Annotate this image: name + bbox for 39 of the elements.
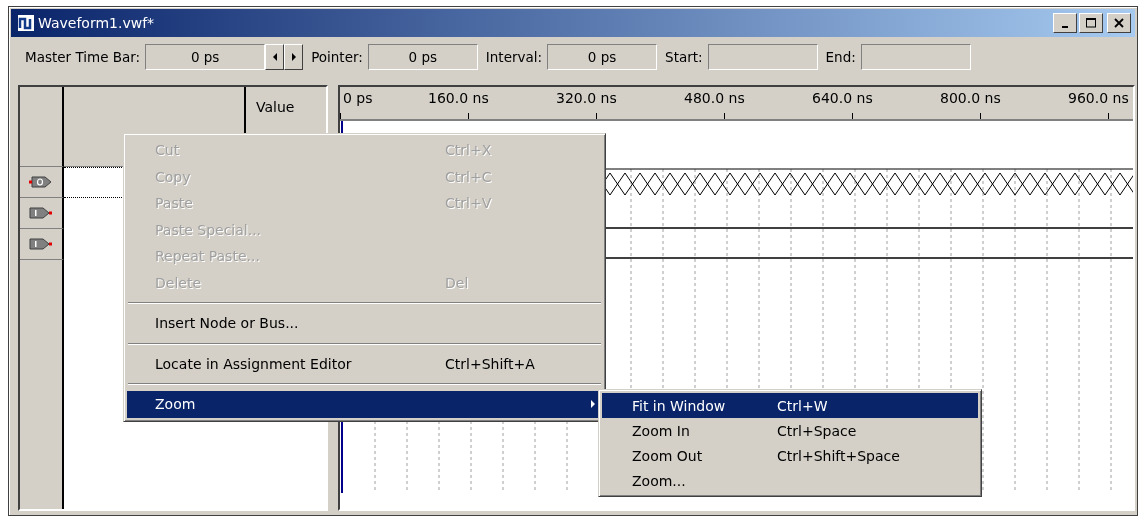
time-field[interactable]: 0 ps <box>367 44 478 70</box>
minimize-icon <box>1062 26 1068 28</box>
field-label: Start: <box>665 49 703 65</box>
column-header: Value <box>256 99 295 115</box>
field-label: Pointer: <box>311 49 363 65</box>
previous-button[interactable] <box>265 44 285 70</box>
time-field[interactable] <box>707 44 818 70</box>
ruler-label: 320.0 ns <box>556 90 617 106</box>
close-icon <box>1114 18 1124 28</box>
time-field[interactable] <box>860 44 971 70</box>
minimize-button[interactable] <box>1053 13 1077 33</box>
ruler-label: 160.0 ns <box>428 90 489 106</box>
maximize-button[interactable] <box>1079 13 1103 33</box>
menu-item[interactable]: Fit in Window Ctrl+W <box>602 393 978 418</box>
submenu-arrow-icon <box>590 399 596 409</box>
field-label: Master Time Bar: <box>25 49 141 65</box>
field-label: End: <box>825 49 856 65</box>
menu-item[interactable]: Zoom In Ctrl+Space <box>602 418 978 443</box>
menu-item[interactable]: Zoom... <box>602 468 978 493</box>
menu-item[interactable]: Locate in Assignment Editor Ctrl+Shift+A <box>127 350 602 377</box>
menu-item[interactable]: Zoom Out Ctrl+Shift+Space <box>602 443 978 468</box>
output-pin-icon <box>28 175 54 189</box>
time-field[interactable]: 0 ps <box>547 44 658 70</box>
maximize-icon <box>1086 18 1096 28</box>
menu-item[interactable]: Insert Node or Bus... <box>127 310 602 337</box>
window-title: Waveform1.vwf* <box>38 15 156 31</box>
right-arrow-icon <box>289 52 298 62</box>
ruler-label: 960.0 ns <box>1068 90 1129 106</box>
close-button[interactable] <box>1107 13 1131 33</box>
ruler-label: 480.0 ns <box>684 90 745 106</box>
next-button[interactable] <box>284 44 304 70</box>
app-icon <box>17 14 35 32</box>
ruler-label: 800.0 ns <box>940 90 1001 106</box>
input-pin-icon <box>28 237 54 251</box>
ruler-label: 0 ps <box>343 90 373 106</box>
ruler-label: 640.0 ns <box>812 90 873 106</box>
field-label: Interval: <box>485 49 543 65</box>
time-field[interactable]: 0 ps <box>145 44 266 70</box>
input-pin-icon <box>28 206 54 220</box>
